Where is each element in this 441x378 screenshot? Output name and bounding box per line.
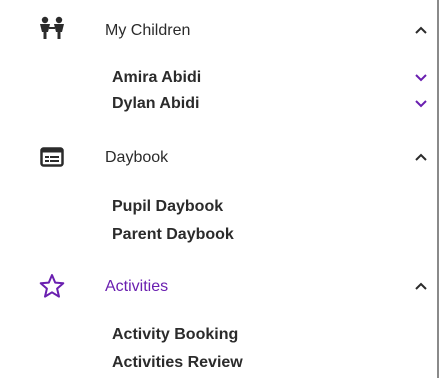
chevron-up-icon[interactable] — [413, 150, 429, 166]
chevron-down-icon[interactable] — [413, 70, 429, 86]
daybook-item-parent[interactable]: Parent Daybook — [112, 225, 234, 245]
activities-item-booking[interactable]: Activity Booking — [112, 325, 238, 345]
chevron-up-icon[interactable] — [413, 279, 429, 295]
section-my-children[interactable]: My Children — [0, 10, 439, 50]
daybook-icon — [34, 141, 70, 173]
section-daybook[interactable]: Daybook — [0, 138, 439, 178]
star-icon — [34, 270, 70, 302]
section-title-my-children: My Children — [105, 22, 191, 39]
chevron-up-icon[interactable] — [413, 23, 429, 39]
activities-item-review[interactable]: Activities Review — [112, 353, 243, 373]
section-title-daybook: Daybook — [105, 149, 169, 166]
chevron-down-icon[interactable] — [413, 96, 429, 112]
child-item-dylan[interactable]: Dylan Abidi — [112, 94, 199, 114]
child-item-amira[interactable]: Amira Abidi — [112, 68, 201, 88]
section-activities[interactable]: Activities — [0, 266, 439, 306]
section-title-activities: Activities — [105, 278, 169, 295]
daybook-item-pupil[interactable]: Pupil Daybook — [112, 197, 223, 217]
children-icon — [34, 12, 70, 44]
navigation-panel: My Children Amira Abidi Dylan Abidi Dayb… — [0, 0, 439, 378]
